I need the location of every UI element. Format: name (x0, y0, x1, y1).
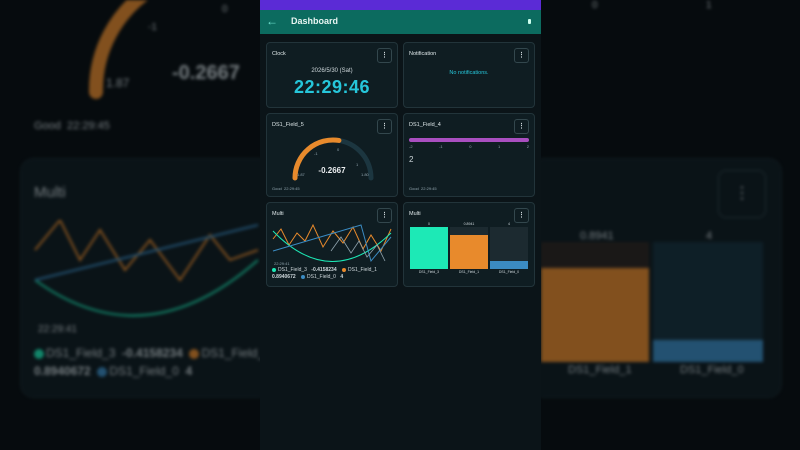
app-bar: ← Dashboard (260, 10, 541, 34)
bar-fill (410, 227, 448, 269)
bg-gauge-value: -0.2667 (172, 62, 240, 84)
bg-right-top-a: 0 (592, 0, 598, 11)
clock-card: Clock ⋮ 2026/5/30 (Sat) 22:29:46 (266, 42, 398, 108)
notification-title: Notification (409, 51, 437, 57)
bar-value-label: 0 (428, 222, 430, 226)
bar-label: DS1_Field_3 (418, 270, 440, 274)
legend-name: DS1_Field_1 (348, 267, 377, 273)
page-title: Dashboard (291, 16, 339, 26)
gauge-menu-icon[interactable]: ⋮ (377, 119, 392, 134)
bg-time-label: 22:29:41 (38, 324, 77, 335)
gauge-max: 1.80 (361, 172, 369, 177)
bg-gauge-tick-top: 0 (222, 4, 228, 15)
notification-empty: No notifications. (449, 70, 489, 76)
bg-legend-a: DS1_Field_3 -0.4158234 DS1_Field_1 (34, 346, 271, 360)
multi-bar-title: Multi (409, 211, 421, 217)
notification-card: Notification ⋮ No notifications. (403, 42, 535, 108)
bg-bar-value: 0.8941 (580, 230, 614, 242)
bg-right-top-b: 1 (706, 0, 712, 11)
bg-gauge-tick: -1 (148, 22, 157, 33)
clock-menu-icon[interactable]: ⋮ (377, 48, 392, 63)
multi-line-time: 22:29:41 (274, 261, 290, 266)
legend-dot-icon (301, 274, 306, 279)
gauge-value: -0.2667 (318, 166, 346, 175)
gauge-tick-a: -1 (314, 151, 318, 156)
series-line-extra (330, 236, 386, 262)
gauge-min: 1.87 (297, 172, 305, 177)
bar-field-tick: 0 (469, 144, 472, 149)
phone-screen: ← Dashboard Clock ⋮ 2026/5/30 (Sat) 22:2… (260, 0, 541, 450)
legend-name: DS1_Field_0 (307, 274, 336, 280)
gauge-title: DS1_Field_5 (272, 122, 304, 128)
gauge-status: Good 22:29:45 (272, 186, 300, 191)
multi-line-card: Multi ⋮ 22:29:41 DS1_Field_3 -0.4158234 … (266, 202, 398, 287)
bar-column: 0.8941 DS1_Field_1 (450, 222, 488, 279)
bar-field-status: Good 22:29:45 (409, 186, 437, 191)
bg-bar-value-right: 4 (706, 230, 713, 242)
bar-fill (450, 235, 488, 269)
bg-multi-title: Multi (34, 184, 66, 201)
bg-gauge-min: 1.87 (106, 76, 130, 90)
bar-field-menu-icon[interactable]: ⋮ (514, 119, 529, 134)
bar-label: DS1_Field_0 (498, 270, 520, 274)
bar-field-value: 2 (409, 155, 414, 164)
bg-bar-label-c: DS1_Field_0 (680, 364, 744, 376)
bg-bar-orange (541, 268, 649, 362)
bg-bar-blue (653, 340, 763, 362)
bar-field-tick: -1 (439, 144, 443, 149)
multi-bar-card: Multi ⋮ 0 DS1_Field_3 0.8941 DS1_Field_1 4 DS… (403, 202, 535, 287)
status-indicator-icon (528, 19, 531, 24)
bg-kebab-icon: ⋮ (718, 170, 766, 218)
bar-value-label: 4 (508, 222, 510, 226)
bar-field-tick: 2 (526, 144, 529, 149)
multi-line-chart (272, 223, 392, 263)
legend-value: 4 (340, 274, 344, 280)
legend-dot-icon (272, 267, 276, 272)
multi-line-legend-row-1: DS1_Field_3 -0.4158234 DS1_Field_1 (272, 267, 377, 273)
multi-line-title: Multi (272, 211, 284, 217)
notification-menu-icon[interactable]: ⋮ (514, 48, 529, 63)
gauge-tick-b: 0 (337, 147, 340, 152)
bg-bar-label-b: DS1_Field_1 (568, 364, 632, 376)
clock-time: 22:29:46 (293, 77, 371, 97)
bar-field-ticks: -2 -1 0 1 2 (409, 144, 529, 150)
status-bar (260, 0, 541, 10)
bg-legend-b: 0.8940672 DS1_Field_0 4 (34, 364, 193, 378)
legend-value: 0.8940672 (272, 274, 296, 280)
multi-line-legend-row-2: 0.8940672 DS1_Field_0 4 (272, 274, 343, 280)
bar-column: 0 DS1_Field_3 (410, 222, 448, 279)
bar-field-card: DS1_Field_4 ⋮ -2 -1 0 1 2 2 Good 22:29:45 (403, 113, 535, 197)
bar-label: DS1_Field_1 (458, 270, 480, 274)
bg-status: Good 22:29:45 (34, 120, 110, 132)
bar-fill (490, 260, 528, 269)
bar-field-bar (409, 138, 529, 142)
back-arrow-icon[interactable]: ← (266, 14, 278, 28)
legend-value: -0.4158234 (311, 267, 337, 273)
bar-field-tick: -2 (409, 144, 413, 149)
gauge-card: DS1_Field_5 ⋮ -1 0 1 -0.2667 1.87 1.80 G… (266, 113, 398, 197)
bar-column: 4 DS1_Field_0 (490, 222, 528, 279)
bg-multi-lines (34, 220, 259, 317)
clock-date: 2026/5/30 (Sat) (311, 68, 353, 74)
clock-title: Clock (272, 51, 286, 57)
multi-bar-chart: 0 DS1_Field_3 0.8941 DS1_Field_1 4 DS1_Field_… (410, 222, 528, 279)
bar-field-tick: 1 (497, 144, 501, 149)
legend-name: DS1_Field_3 (278, 267, 307, 273)
bar-field-title: DS1_Field_4 (409, 122, 441, 128)
multi-bar-menu-icon[interactable]: ⋮ (514, 208, 529, 223)
bar-value-label: 0.8941 (463, 222, 475, 226)
legend-dot-icon (342, 267, 346, 272)
